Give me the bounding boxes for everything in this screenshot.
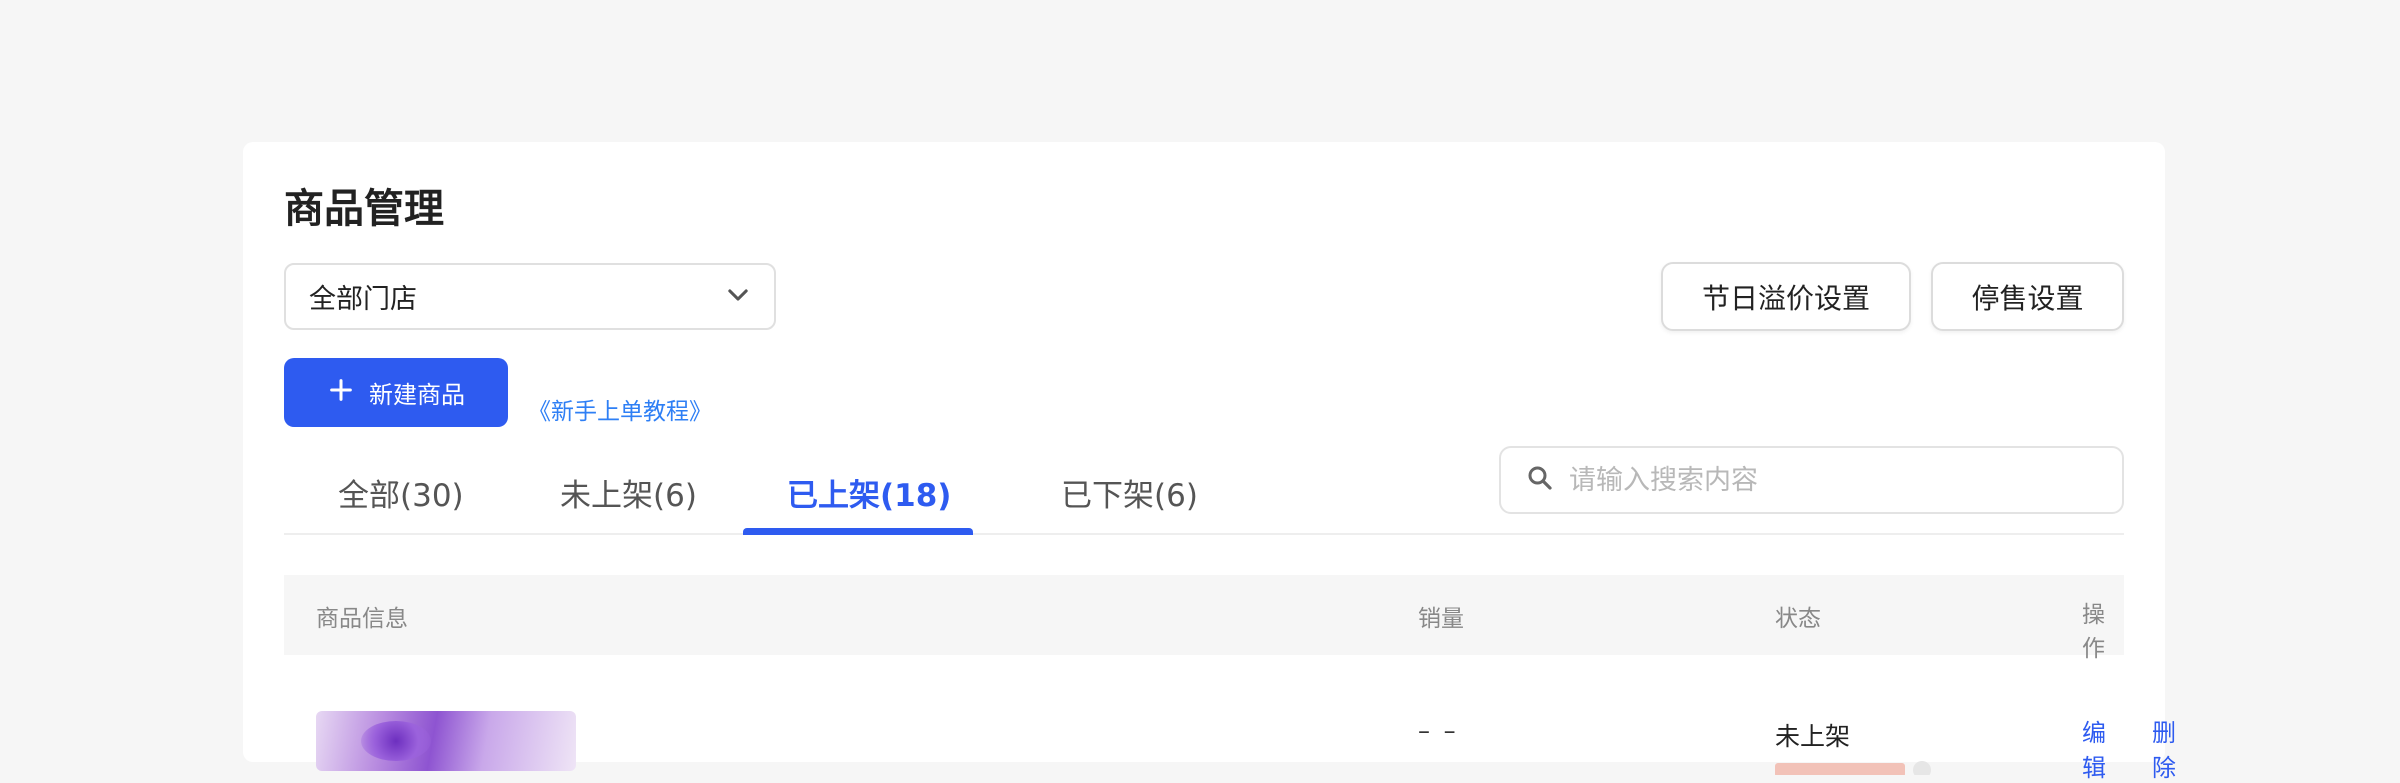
search-input[interactable] — [1569, 464, 2109, 496]
plus-icon — [327, 376, 355, 410]
page-title: 商品管理 — [284, 186, 444, 232]
column-header-product-info: 商品信息 — [316, 606, 408, 632]
status-detail — [1775, 755, 1945, 775]
tab-not-listed[interactable]: 未上架(6) — [560, 470, 697, 515]
chevron-down-icon — [724, 281, 752, 313]
column-header-actions: 操作 — [2082, 602, 2105, 662]
status-note — [1775, 763, 1905, 775]
search-icon — [1525, 463, 1555, 497]
delete-button[interactable]: 删除 — [2152, 713, 2176, 783]
new-product-label: 新建商品 — [369, 381, 465, 409]
edit-button[interactable]: 编辑 — [2082, 713, 2124, 783]
table-header: 商品信息 销量 状态 操作 — [284, 575, 2124, 662]
table-row: – – 未上架 编辑 删除 — [284, 655, 2176, 782]
stop-sale-settings-button[interactable]: 停售设置 — [1931, 262, 2124, 331]
info-icon[interactable] — [1913, 761, 1931, 775]
holiday-price-settings-button[interactable]: 节日溢价设置 — [1661, 262, 1911, 331]
tab-listed[interactable]: 已上架(18) — [787, 470, 951, 515]
column-header-sales: 销量 — [1418, 606, 1464, 632]
tab-delisted[interactable]: 已下架(6) — [1061, 470, 1198, 515]
tab-all[interactable]: 全部(30) — [338, 470, 464, 515]
store-select-value: 全部门店 — [309, 284, 417, 315]
search-field[interactable] — [1499, 446, 2124, 514]
column-header-status: 状态 — [1775, 606, 1821, 632]
sales-value: – – — [1418, 717, 1459, 745]
new-product-button[interactable]: 新建商品 — [284, 358, 508, 427]
beginner-tutorial-link[interactable]: 《新手上单教程》 — [528, 392, 712, 426]
store-select[interactable]: 全部门店 — [284, 263, 776, 330]
product-thumbnail — [316, 711, 576, 771]
product-management-card: 商品管理 全部门店 节日溢价设置 停售设置 新建商品 《新手上单教程》 全部(3… — [243, 142, 2176, 782]
active-tab-indicator — [743, 528, 973, 535]
